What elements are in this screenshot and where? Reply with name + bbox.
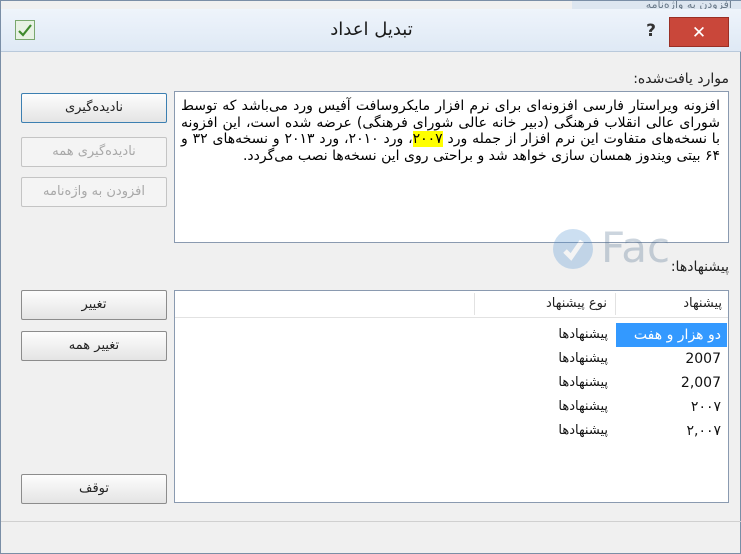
list-item[interactable]: ۲,۰۰۷ پیشنهادها [175,419,728,443]
suggestion-type: پیشنهادها [558,399,608,414]
dialog-window: افزودن به واژه‌نامه تبدیل اعداد ? ✕ موار… [0,0,741,554]
suggestions-header: پیشنهاد نوع پیشنهاد [175,291,728,318]
suggestions-list[interactable]: پیشنهاد نوع پیشنهاد دو هزار و هفت پیشنها… [174,290,729,503]
add-to-dictionary-button[interactable]: افزودن به واژه‌نامه [21,177,167,207]
suggestions-label: پیشنهادها: [670,259,729,275]
suggestion-word[interactable]: 2,007 [616,371,727,395]
found-label: موارد یافت‌شده: [633,71,729,87]
found-highlight: ۲۰۰۷ [412,131,443,147]
column-divider[interactable] [615,293,616,315]
suggestion-type: پیشنهادها [558,423,608,438]
ignore-button[interactable]: نادیده‌گیری [21,93,167,123]
help-button[interactable]: ? [641,21,661,41]
list-item[interactable]: 2,007 پیشنهادها [175,371,728,395]
suggestion-word[interactable]: 2007 [616,347,727,371]
found-text-box[interactable]: افزونه ویراستار فارسی افزونه‌ای برای نرم… [174,91,729,243]
column-header-suggestion[interactable]: پیشنهاد [616,291,728,317]
column-divider[interactable] [474,293,475,315]
change-button[interactable]: تغییر [21,290,167,320]
close-button[interactable]: ✕ [669,17,729,47]
change-all-button[interactable]: تغییر همه [21,331,167,361]
bottom-divider [1,521,741,522]
suggestion-word[interactable]: ۲,۰۰۷ [616,419,727,443]
list-item[interactable]: دو هزار و هفت پیشنهادها [175,323,728,347]
stop-button[interactable]: توقف [21,474,167,504]
suggestion-word[interactable]: دو هزار و هفت [616,323,727,347]
title-bar[interactable]: تبدیل اعداد ? ✕ [1,9,741,52]
suggestion-type: پیشنهادها [558,375,608,390]
column-header-type[interactable]: نوع پیشنهاد [475,291,615,317]
suggestion-word[interactable]: ۲۰۰۷ [616,395,727,419]
window-title: تبدیل اعداد [330,19,413,40]
list-item[interactable]: 2007 پیشنهادها [175,347,728,371]
ignore-all-button[interactable]: نادیده‌گیری همه [21,137,167,167]
background-window-text: افزودن به واژه‌نامه [572,1,741,9]
suggestion-type: پیشنهادها [558,351,608,366]
list-item[interactable]: ۲۰۰۷ پیشنهادها [175,395,728,419]
suggestion-type: پیشنهادها [558,327,608,342]
